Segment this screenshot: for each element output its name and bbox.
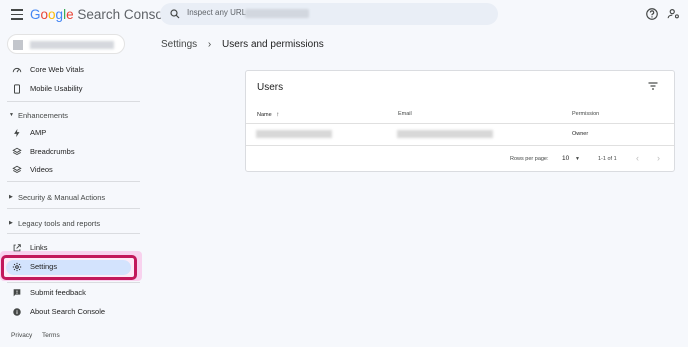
sidebar-item-submit-feedback[interactable]: Submit feedback <box>0 284 145 302</box>
redacted-user-email <box>397 130 493 138</box>
chevron-right-icon: › <box>207 39 212 50</box>
sidebar-item-label: Videos <box>30 165 53 174</box>
sidebar-divider <box>7 181 140 182</box>
url-inspect-search[interactable]: Inspect any URL <box>160 3 498 25</box>
table-divider <box>246 145 674 146</box>
speedometer-icon <box>12 67 22 73</box>
sidebar-item-amp[interactable]: AMP <box>0 124 145 142</box>
terms-link[interactable]: Terms <box>42 332 60 339</box>
users-card-title: Users <box>257 82 284 93</box>
sidebar-item-videos[interactable]: Videos <box>0 161 145 179</box>
sidebar-item-mobile-usability[interactable]: Mobile Usability <box>0 80 145 98</box>
search-console-logo[interactable]: Google Search Console <box>30 7 173 22</box>
sidebar-item-label: Settings <box>30 262 58 271</box>
info-icon <box>13 308 21 316</box>
column-header-name[interactable]: Name ↑ <box>257 111 279 118</box>
sidebar-item-settings[interactable]: Settings <box>0 258 145 276</box>
breadcrumb-settings-link[interactable]: Settings <box>161 39 197 50</box>
search-icon <box>170 9 180 19</box>
sidebar-item-label: Submit feedback <box>30 288 86 297</box>
expand-caret-icon: ▶ <box>9 194 13 200</box>
sidebar-item-breadcrumbs[interactable]: Breadcrumbs <box>0 143 145 161</box>
user-permission: Owner <box>572 131 589 137</box>
logo-letter: g <box>55 7 64 22</box>
filter-icon[interactable] <box>647 80 659 92</box>
section-label: Enhancements <box>18 111 69 120</box>
sidebar-footer: Privacy Terms <box>11 332 68 339</box>
sidebar-item-label: Breadcrumbs <box>30 147 75 156</box>
video-icon <box>12 165 22 174</box>
search-placeholder: Inspect any URL <box>187 8 247 17</box>
bolt-icon <box>14 128 20 138</box>
section-label: Security & Manual Actions <box>18 193 106 202</box>
sidebar-divider <box>7 282 140 283</box>
redacted-user-name <box>256 130 332 138</box>
users-card: Users Name ↑ Email Permission Owner Rows… <box>245 70 675 172</box>
redacted-property-name <box>30 41 114 49</box>
sort-ascending-icon: ↑ <box>276 111 280 118</box>
sidebar-divider <box>7 208 140 209</box>
rows-per-page-label: Rows per page: <box>510 156 549 162</box>
manage-accounts-icon[interactable] <box>667 7 681 21</box>
expand-caret-icon: ▶ <box>9 220 13 226</box>
logo-letter: G <box>30 7 41 22</box>
phone-icon <box>14 84 20 94</box>
sidebar-item-about[interactable]: About Search Console <box>0 303 145 321</box>
top-bar: Google Search Console Inspect any URL <box>0 0 688 30</box>
page-title: Users and permissions <box>222 39 324 50</box>
section-label: Legacy tools and reports <box>18 219 101 228</box>
logo-letter: e <box>66 7 74 22</box>
column-header-email: Email <box>398 111 412 117</box>
sidebar-section-security[interactable]: ▶ Security & Manual Actions <box>0 189 145 205</box>
rows-per-page-select[interactable]: 10 <box>562 155 569 162</box>
logo-letter: o <box>40 7 49 22</box>
sidebar-divider <box>7 233 140 234</box>
gear-icon <box>12 262 22 272</box>
menu-icon[interactable] <box>11 9 23 20</box>
table-divider <box>246 123 674 124</box>
property-selector[interactable] <box>7 34 125 54</box>
column-header-label: Name <box>257 112 272 118</box>
breadcrumb: Settings › Users and permissions <box>161 39 324 50</box>
product-name: Search Console <box>77 7 174 22</box>
privacy-link[interactable]: Privacy <box>11 332 32 339</box>
sidebar-section-enhancements[interactable]: ▼ Enhancements <box>0 107 145 123</box>
sidebar-item-label: Core Web Vitals <box>30 65 84 74</box>
sidebar-item-label: About Search Console <box>30 307 106 316</box>
sidebar-item-label: Mobile Usability <box>30 84 83 93</box>
layers-icon <box>12 147 22 156</box>
collapse-caret-icon: ▼ <box>9 112 14 118</box>
chevron-down-icon[interactable]: ▼ <box>575 156 580 162</box>
previous-page-icon[interactable]: ‹ <box>636 153 639 163</box>
next-page-icon[interactable]: › <box>657 153 660 163</box>
sidebar-item-label: AMP <box>30 128 47 137</box>
help-icon[interactable] <box>645 7 659 21</box>
sidebar-section-legacy[interactable]: ▶ Legacy tools and reports <box>0 215 145 231</box>
redacted-url <box>245 9 309 18</box>
pagination-range: 1-1 of 1 <box>598 156 617 162</box>
sidebar-divider <box>7 101 140 102</box>
column-header-permission: Permission <box>572 111 600 117</box>
logo-letter: o <box>48 7 56 22</box>
sidebar-item-core-web-vitals[interactable]: Core Web Vitals <box>0 61 145 79</box>
property-favicon <box>13 40 23 50</box>
feedback-icon <box>13 289 21 297</box>
